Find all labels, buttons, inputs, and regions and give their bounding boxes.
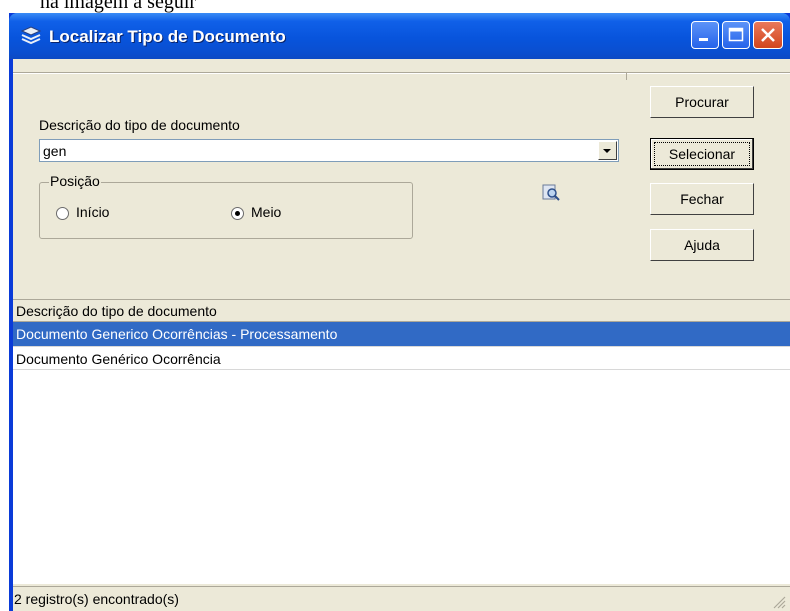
search-button[interactable]: Procurar xyxy=(650,86,754,118)
menu-separator xyxy=(13,72,790,74)
radio-middle[interactable] xyxy=(231,207,244,220)
maximize-icon xyxy=(728,27,744,42)
window-title: Localizar Tipo de Documento xyxy=(49,27,286,46)
status-bar: 2 registro(s) encontrado(s) xyxy=(13,586,790,611)
column-header-description[interactable]: Descrição do tipo de documento xyxy=(16,303,217,319)
dialog-window: Localizar Tipo de Documento Descrição do… xyxy=(9,13,790,611)
select-button[interactable]: Selecionar xyxy=(650,138,754,170)
description-input-value[interactable]: gen xyxy=(43,143,66,159)
list-column-header[interactable]: Descrição do tipo de documento xyxy=(13,299,790,322)
chevron-down-icon xyxy=(603,149,611,153)
minimize-button[interactable] xyxy=(691,21,719,49)
close-icon xyxy=(761,28,775,42)
results-list[interactable]: Descrição do tipo de documento Documento… xyxy=(13,299,790,584)
list-item[interactable]: Documento Genérico Ocorrência xyxy=(13,346,790,370)
status-text: 2 registro(s) encontrado(s) xyxy=(14,591,179,607)
title-bar[interactable]: Localizar Tipo de Documento xyxy=(9,13,790,59)
list-item[interactable]: Documento Generico Ocorrências - Process… xyxy=(13,322,790,346)
position-groupbox: Posição Início Meio xyxy=(39,173,413,239)
close-window-button[interactable] xyxy=(753,21,783,49)
description-combobox[interactable]: gen xyxy=(39,139,619,162)
menu-separator-tick xyxy=(626,72,627,80)
help-button[interactable]: Ajuda xyxy=(650,229,754,261)
minimize-icon xyxy=(699,38,708,41)
resize-grip-icon[interactable] xyxy=(772,595,786,609)
app-icon xyxy=(20,26,42,45)
dropdown-button[interactable] xyxy=(598,141,617,160)
radio-middle-label[interactable]: Meio xyxy=(251,204,281,220)
radio-start[interactable] xyxy=(56,207,69,220)
radio-start-label[interactable]: Início xyxy=(76,204,109,220)
dialog-client-area: Descrição do tipo de documento gen Posiç… xyxy=(13,59,790,611)
description-label: Descrição do tipo de documento xyxy=(39,117,240,133)
position-group-label: Posição xyxy=(49,173,101,189)
caption-text-above: na imagem a seguir xyxy=(40,0,197,13)
close-button[interactable]: Fechar xyxy=(650,183,754,215)
maximize-button[interactable] xyxy=(722,21,750,49)
find-icon[interactable] xyxy=(542,184,560,202)
